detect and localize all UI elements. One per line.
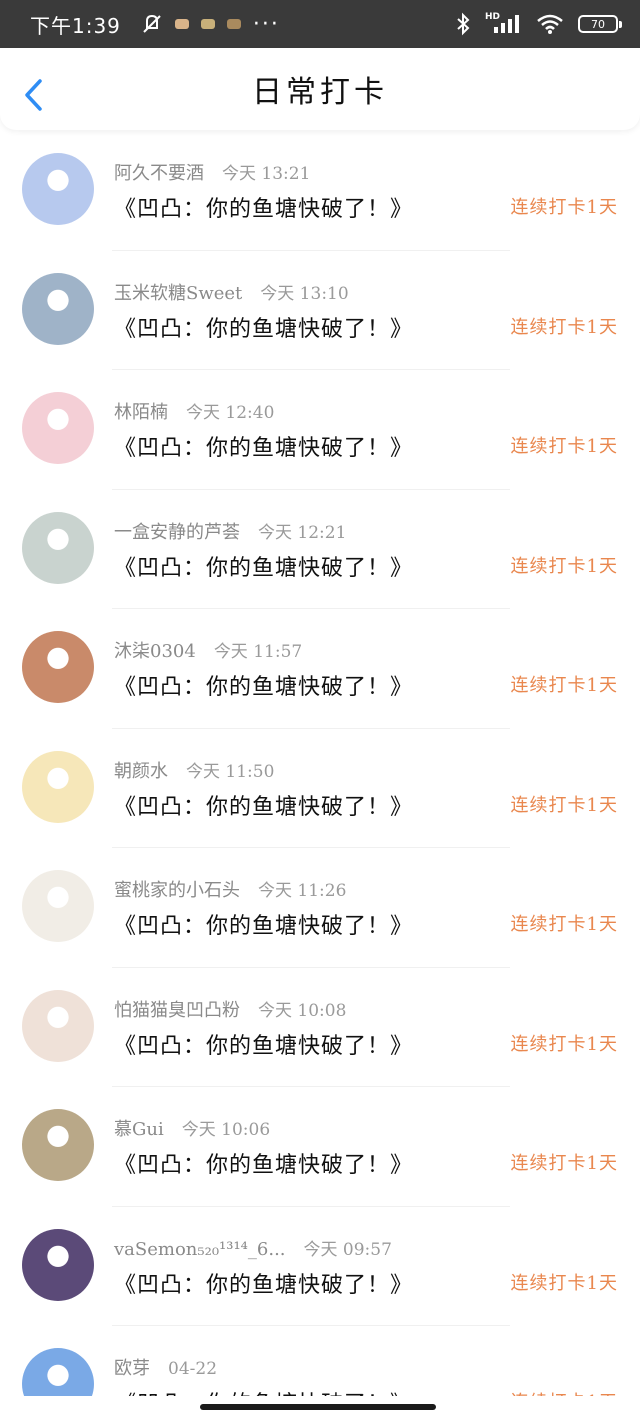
avatar[interactable] [22, 1348, 94, 1396]
avatar[interactable] [22, 511, 94, 584]
checkin-message[interactable]: 《凹凸：你的鱼塘快破了！》 [114, 1147, 413, 1179]
app-notification-icon [200, 19, 215, 29]
checkin-time: 今天 10:08 [258, 1000, 347, 1021]
streak-label: 连续打卡1天 [510, 1033, 618, 1055]
list-item[interactable]: 怕猫猫臭凹凸粉 今天 10:08 《凹凸：你的鱼塘快破了！》 连续打卡1天 [0, 968, 640, 1087]
avatar[interactable] [22, 1109, 94, 1181]
checkin-message[interactable]: 《凹凸：你的鱼塘快破了！》 [114, 1028, 413, 1060]
checkin-message[interactable]: 《凹凸：你的鱼塘快破了！》 [114, 1386, 413, 1396]
checkin-meta: 林陌楠 今天 12:40 [114, 398, 274, 424]
streak-label: 连续打卡1天 [510, 1153, 618, 1174]
streak-label: 连续打卡1天 [511, 1388, 618, 1396]
list-item[interactable]: 林陌楠 今天 12:40 《凹凸：你的鱼塘快破了！》 连续打卡1天 [0, 370, 640, 490]
checkin-time: 今天 10:06 [181, 1120, 271, 1140]
username[interactable]: 一盒安静的芦荟 [114, 522, 240, 543]
username[interactable]: 慕Gui [114, 1119, 164, 1140]
avatar[interactable] [22, 272, 94, 345]
list-item[interactable]: 蜜桃家的小石头 今天 11:26 《凹凸：你的鱼塘快破了！》 连续打卡1天 [0, 848, 640, 968]
username[interactable]: 沐柒0304 [114, 641, 196, 662]
streak-label: 连续打卡1天 [510, 436, 618, 457]
checkin-meta: 朝颜水 今天 11:50 [114, 757, 274, 783]
username[interactable]: 朝颜水 [114, 761, 168, 782]
checkin-list[interactable]: 阿久不要酒 今天 13:21 《凹凸：你的鱼塘快破了！》 连续打卡1天 玉米软糖Swee… [0, 131, 640, 1396]
checkin-meta: 沐柒0304 今天 11:57 [114, 637, 302, 663]
avatar[interactable] [22, 750, 94, 823]
streak-label: 连续打卡1天 [510, 316, 618, 338]
avatar[interactable] [22, 1228, 94, 1301]
list-item[interactable]: 玉米软糖Sweet 今天 13:10 《凹凸：你的鱼塘快破了！》 连续打卡1天 [0, 251, 640, 370]
checkin-time: 今天 11:50 [186, 761, 275, 782]
streak-label: 连续打卡1天 [510, 1272, 618, 1294]
page-title: 日常打卡 [252, 75, 388, 110]
list-item[interactable]: 阿久不要酒 今天 13:21 《凹凸：你的鱼塘快破了！》 连续打卡1天 [0, 131, 640, 251]
checkin-time: 今天 11:26 [258, 881, 347, 901]
username[interactable]: 怕猫猫臭凹凸粉 [114, 1000, 240, 1021]
checkin-time: 今天 09:57 [303, 1239, 392, 1260]
avatar[interactable] [22, 153, 94, 225]
checkin-time: 今天 13:10 [260, 283, 349, 304]
username[interactable]: 阿久不要酒 [114, 163, 204, 184]
checkin-meta: 慕Gui 今天 10:06 [114, 1115, 270, 1141]
checkin-time: 今天 12:21 [258, 522, 347, 543]
checkin-meta: 阿久不要酒 今天 13:21 [114, 159, 310, 185]
checkin-time: 今天 11:57 [213, 642, 303, 662]
streak-label: 连续打卡1天 [510, 197, 618, 218]
username[interactable]: 玉米软糖Sweet [114, 283, 242, 304]
bluetooth-icon [455, 12, 471, 36]
checkin-message[interactable]: 《凹凸：你的鱼塘快破了！》 [114, 789, 413, 821]
checkin-meta: 玉米软糖Sweet 今天 13:10 [114, 279, 349, 305]
avatar[interactable] [22, 631, 94, 703]
checkin-message[interactable]: 《凹凸：你的鱼塘快破了！》 [114, 191, 413, 223]
username[interactable]: 欧芽 [114, 1358, 150, 1379]
list-item[interactable]: 沐柒0304 今天 11:57 《凹凸：你的鱼塘快破了！》 连续打卡1天 [0, 609, 640, 729]
back-button[interactable] [22, 78, 46, 112]
list-item[interactable]: vaSemon₅₂₀¹³¹⁴_6... 今天 09:57 《凹凸：你的鱼塘快破了！》… [0, 1207, 640, 1326]
streak-label: 连续打卡1天 [510, 555, 618, 577]
list-item[interactable]: 一盒安静的芦荟 今天 12:21 《凹凸：你的鱼塘快破了！》 连续打卡1天 [0, 490, 640, 609]
username[interactable]: vaSemon₅₂₀¹³¹⁴_6... [114, 1239, 286, 1260]
page-header: 日常打卡 [0, 48, 640, 130]
checkin-meta: 怕猫猫臭凹凸粉 今天 10:08 [114, 996, 346, 1022]
avatar[interactable] [22, 870, 94, 942]
signal-icon: HD [484, 12, 522, 35]
more-dots-icon: ··· [252, 11, 280, 37]
avatar[interactable] [22, 392, 94, 464]
checkin-message[interactable]: 《凹凸：你的鱼塘快破了！》 [114, 908, 413, 940]
home-indicator[interactable] [200, 1404, 436, 1410]
status-bar: 下午1:39 ··· HD 70 [0, 0, 640, 48]
checkin-meta: 一盒安静的芦荟 今天 12:21 [114, 518, 346, 544]
mute-icon [141, 13, 163, 35]
checkin-meta: 蜜桃家的小石头 今天 11:26 [114, 876, 346, 902]
checkin-meta: 欧芽 04-22 [114, 1354, 217, 1380]
list-item[interactable]: 朝颜水 今天 11:50 《凹凸：你的鱼塘快破了！》 连续打卡1天 [0, 729, 640, 848]
avatar[interactable] [22, 989, 94, 1062]
status-time: 下午1:39 [30, 13, 121, 38]
battery-icon: 70 [578, 15, 622, 33]
checkin-message[interactable]: 《凹凸：你的鱼塘快破了！》 [114, 311, 413, 343]
hd-label: HD [484, 12, 500, 22]
status-left: 下午1:39 ··· [30, 10, 280, 39]
wifi-icon [536, 13, 564, 35]
username[interactable]: 蜜桃家的小石头 [114, 880, 240, 901]
app-notification-icon [174, 19, 189, 29]
checkin-message[interactable]: 《凹凸：你的鱼塘快破了！》 [114, 669, 413, 701]
status-right: HD 70 [455, 12, 622, 36]
list-item[interactable]: 慕Gui 今天 10:06 《凹凸：你的鱼塘快破了！》 连续打卡1天 [0, 1087, 640, 1207]
checkin-message[interactable]: 《凹凸：你的鱼塘快破了！》 [114, 550, 413, 582]
checkin-message[interactable]: 《凹凸：你的鱼塘快破了！》 [114, 430, 413, 462]
checkin-time: 今天 12:40 [186, 403, 275, 423]
chevron-left-icon [25, 79, 42, 111]
list-item[interactable]: 欧芽 04-22 《凹凸：你的鱼塘快破了！》 连续打卡1天 [0, 1326, 640, 1396]
streak-label: 连续打卡1天 [510, 675, 618, 696]
checkin-time: 04-22 [168, 1359, 218, 1379]
app-notification-icon [226, 19, 241, 29]
checkin-meta: vaSemon₅₂₀¹³¹⁴_6... 今天 09:57 [114, 1235, 392, 1260]
streak-label: 连续打卡1天 [510, 914, 618, 935]
checkin-message[interactable]: 《凹凸：你的鱼塘快破了！》 [114, 1267, 413, 1299]
streak-label: 连续打卡1天 [510, 794, 618, 816]
username[interactable]: 林陌楠 [114, 402, 168, 423]
checkin-time: 今天 13:21 [222, 164, 311, 184]
